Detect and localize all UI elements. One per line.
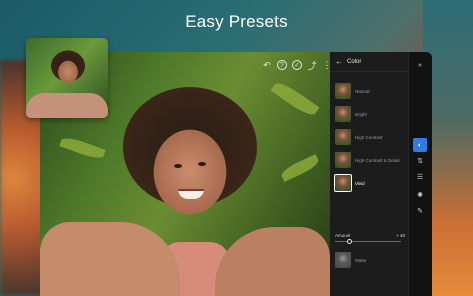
- amount-slider[interactable]: [335, 239, 401, 244]
- preset-label: Vivid: [355, 180, 365, 186]
- amount-row: Amount + 40: [335, 233, 405, 238]
- preset-thumbnail: [335, 252, 351, 268]
- undo-icon[interactable]: ↶: [262, 60, 272, 70]
- preset-thumbnail: [335, 106, 351, 122]
- preset-item[interactable]: Natural: [335, 83, 370, 99]
- preset-thumbnail: [335, 83, 351, 99]
- check-icon[interactable]: ✓: [292, 60, 302, 70]
- panel-header: ← Color: [330, 52, 408, 72]
- collapse-icon[interactable]: »: [413, 58, 427, 72]
- preset-thumbnail: [334, 174, 352, 192]
- share-icon[interactable]: ⤴: [307, 60, 317, 71]
- preset-item-selected[interactable]: Vivid: [334, 174, 365, 192]
- preset-item[interactable]: Bright: [335, 106, 367, 122]
- help-icon[interactable]: ?: [277, 60, 287, 70]
- preset-label: High Contrast: [355, 134, 383, 140]
- preset-thumbnail: [335, 129, 351, 145]
- brush-icon[interactable]: ✎: [413, 204, 427, 218]
- original-photo-thumbnail: [26, 38, 108, 118]
- tone-icon[interactable]: ⇅: [413, 154, 427, 168]
- amount-value: + 40: [396, 233, 405, 238]
- preset-label: Natural: [355, 88, 370, 94]
- headline: Easy Presets: [185, 12, 288, 31]
- presets-panel: ← Color Natural Bright High Contrast Hig…: [330, 52, 408, 296]
- tool-rail: » ◐ ⇅ ☰ ✺ ✎: [408, 52, 432, 296]
- adjust-icon[interactable]: ☰: [413, 170, 427, 184]
- presets-icon[interactable]: ◐: [413, 138, 427, 152]
- preset-item[interactable]: High Contrast & Detail: [335, 152, 400, 168]
- preset-thumbnail: [335, 152, 351, 168]
- photo-toolbar: ↶ ? ✓ ⤴ ⋮: [262, 60, 332, 71]
- panel-title: Color: [347, 58, 362, 65]
- preset-item[interactable]: Matte: [335, 252, 366, 268]
- preset-label: Bright: [355, 111, 367, 117]
- preset-label: Matte: [355, 257, 367, 263]
- amount-slider-knob[interactable]: [347, 239, 352, 244]
- preset-item[interactable]: High Contrast: [335, 129, 383, 145]
- back-arrow-icon[interactable]: ←: [335, 57, 343, 66]
- amount-label: Amount: [335, 233, 351, 238]
- color-icon[interactable]: ✺: [413, 188, 427, 202]
- preset-label: High Contrast & Detail: [355, 157, 400, 163]
